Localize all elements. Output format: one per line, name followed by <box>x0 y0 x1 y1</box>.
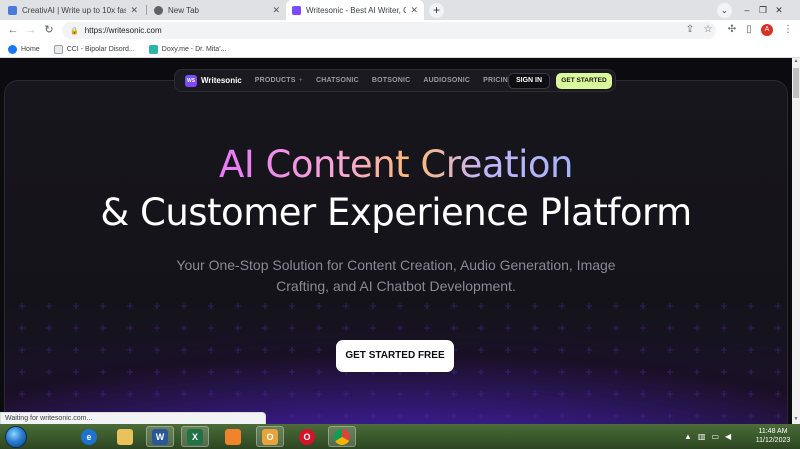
menu-kebab-icon[interactable]: ⋮ <box>781 23 795 37</box>
reload-icon[interactable]: ↻ <box>42 23 56 37</box>
writesonic-favicon-icon <box>292 5 301 15</box>
url-text: https://writesonic.com <box>84 26 162 35</box>
clock-time: 11:48 AM <box>758 428 788 435</box>
nav-audiosonic[interactable]: AUDIOSONIC <box>423 77 470 84</box>
tray-arrow-icon[interactable]: ▲ <box>684 432 692 441</box>
bookmark-label: Home <box>21 45 40 53</box>
tab-search-chevron-icon[interactable]: ⌄ <box>717 3 732 18</box>
tab-title: Writesonic - Best AI Writer, Copy <box>306 5 407 15</box>
nav-chatsonic[interactable]: CHATSONIC <box>316 77 359 84</box>
windows-taskbar: e W X O O ▲ ▥ ▭ ◀ 11:48 AM 11/12/2023 <box>0 424 800 449</box>
taskbar-opera[interactable]: O <box>293 426 321 447</box>
taskbar-excel[interactable]: X <box>181 426 209 447</box>
taskbar-file-explorer[interactable] <box>111 426 139 447</box>
windows-orb-icon <box>5 425 27 448</box>
tab-writesonic[interactable]: Writesonic - Best AI Writer, Copy ✕ <box>286 0 424 20</box>
get-started-free-button[interactable]: GET STARTED FREE <box>336 340 454 372</box>
taskbar-outlook[interactable]: O <box>256 426 284 447</box>
system-tray: ▲ ▥ ▭ ◀ <box>684 424 737 449</box>
extensions-puzzle-icon[interactable]: ✣ <box>725 23 739 37</box>
close-tab-icon[interactable]: ✕ <box>130 5 138 16</box>
taskbar-clock[interactable]: 11:48 AM 11/12/2023 <box>750 427 796 445</box>
tab-title: CreativAI | Write up to 10x faster <box>22 5 127 15</box>
chrome-favicon-icon <box>154 5 163 15</box>
restore-icon[interactable]: ❐ <box>756 3 770 17</box>
taskbar-app-orange[interactable] <box>219 426 247 447</box>
outlook-icon: O <box>262 428 278 445</box>
nav-botsonic[interactable]: BOTSONIC <box>372 77 411 84</box>
sign-in-button[interactable]: SIGN IN <box>508 73 550 89</box>
opera-icon: O <box>299 428 315 445</box>
page-icon <box>53 44 63 54</box>
taskbar-chrome[interactable] <box>328 426 356 447</box>
close-window-icon[interactable]: ✕ <box>772 3 786 17</box>
bookmark-label: Doxy.me - Dr. Mita'... <box>161 45 227 53</box>
page-scrollbar[interactable]: ▲ ▼ <box>792 58 800 424</box>
get-started-button[interactable]: GET STARTED <box>556 73 612 89</box>
word-icon: W <box>152 428 168 445</box>
side-panel-icon[interactable]: ▯ <box>742 23 756 37</box>
headline-line-2: & Customer Experience Platform <box>100 191 692 234</box>
orange-app-icon <box>225 428 241 445</box>
new-tab-button[interactable]: + <box>429 3 444 18</box>
taskbar-internet-explorer[interactable]: e <box>75 426 103 447</box>
nav-products[interactable]: PRODUCTS + <box>255 77 303 84</box>
tray-monitor-icon[interactable]: ▭ <box>711 432 719 441</box>
bookmark-home[interactable]: Home <box>8 44 40 54</box>
bookmark-cci[interactable]: CCI - Bipolar Disord... <box>53 44 135 54</box>
folder-icon <box>117 428 133 445</box>
taskbar-word[interactable]: W <box>146 426 174 447</box>
brand-name: Writesonic <box>201 76 242 85</box>
share-icon[interactable]: ⇪ <box>683 23 697 37</box>
browser-tab-bar: CreativAI | Write up to 10x faster ✕ New… <box>0 0 800 20</box>
site-navbar: WS Writesonic PRODUCTS + CHATSONIC BOTSON… <box>174 69 616 92</box>
scroll-thumb[interactable] <box>793 68 799 98</box>
bookmarks-bar: Home CCI - Bipolar Disord... Doxy.me - D… <box>0 41 800 58</box>
headline-line-1: AI Content Creation <box>219 143 573 186</box>
bookmark-star-icon[interactable]: ☆ <box>701 23 715 37</box>
doxy-cross-icon <box>148 44 158 54</box>
close-tab-icon[interactable]: ✕ <box>272 5 280 16</box>
profile-avatar[interactable]: A <box>761 24 773 36</box>
subheadline: Your One-Stop Solution for Content Creat… <box>176 257 616 294</box>
chrome-icon <box>334 428 350 445</box>
internet-explorer-icon: e <box>81 428 97 445</box>
writesonic-logo[interactable]: WS Writesonic <box>185 74 242 87</box>
tab-divider <box>146 5 147 15</box>
back-arrow-icon[interactable]: ← <box>6 23 20 37</box>
start-button[interactable] <box>2 424 30 449</box>
excel-icon: X <box>187 428 203 445</box>
forward-arrow-icon[interactable]: → <box>24 23 38 37</box>
bookmark-doxy[interactable]: Doxy.me - Dr. Mita'... <box>148 44 227 54</box>
facebook-icon <box>8 44 17 54</box>
close-tab-icon[interactable]: ✕ <box>410 5 418 16</box>
address-bar[interactable]: 🔒 https://writesonic.com <box>62 22 716 39</box>
tray-volume-icon[interactable]: ◀ <box>725 432 731 441</box>
tab-creativai[interactable]: CreativAI | Write up to 10x faster ✕ <box>2 0 144 20</box>
browser-toolbar: ← → ↻ 🔒 https://writesonic.com ⇪ ☆ ✣ ▯ A… <box>0 20 800 41</box>
clock-date: 11/12/2023 <box>755 437 791 444</box>
writesonic-logo-icon: WS <box>185 74 197 87</box>
scroll-down-icon[interactable]: ▼ <box>792 416 800 424</box>
lock-icon: 🔒 <box>70 27 79 35</box>
window-controls: – ❐ ✕ <box>738 0 786 20</box>
tray-network-icon[interactable]: ▥ <box>698 432 706 441</box>
plus-icon: + <box>298 77 303 84</box>
minimize-icon[interactable]: – <box>740 3 754 17</box>
scroll-up-icon[interactable]: ▲ <box>792 58 800 66</box>
bookmark-label: CCI - Bipolar Disord... <box>66 45 135 53</box>
tab-title: New Tab <box>168 5 199 15</box>
tab-new-tab[interactable]: New Tab ✕ <box>148 0 286 20</box>
creativai-favicon-icon <box>8 5 17 15</box>
